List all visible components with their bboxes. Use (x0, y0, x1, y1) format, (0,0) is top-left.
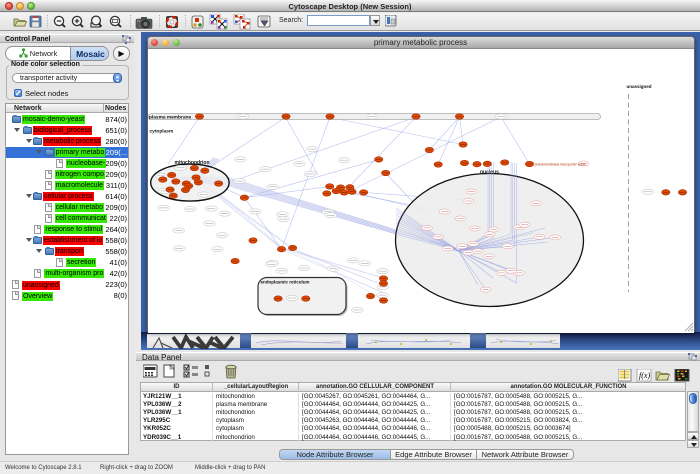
svg-text:cytoplasm: cytoplasm (149, 128, 173, 134)
svg-text:unassigned: unassigned (626, 84, 651, 89)
svg-text:plasma membrane: plasma membrane (149, 114, 191, 120)
svg-text:endoplasmic reticulum: endoplasmic reticulum (260, 279, 309, 284)
svg-text:f(x): f(x) (639, 371, 650, 380)
svg-text:(transmembrane transporter act: (transmembrane transporter activi... (534, 162, 588, 166)
